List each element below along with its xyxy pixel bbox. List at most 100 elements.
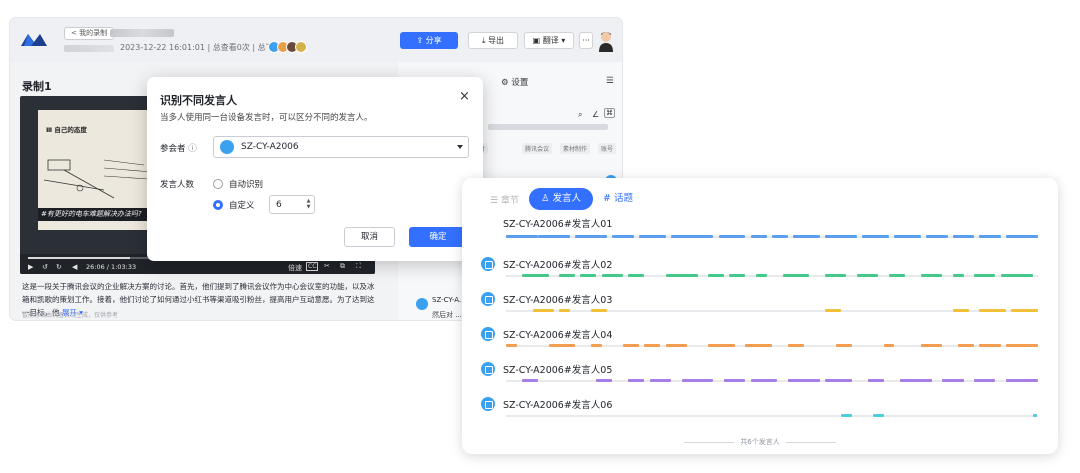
back-button[interactable]: < 我的录制	[64, 27, 115, 40]
speech-segment[interactable]	[708, 344, 735, 347]
speech-segment[interactable]	[665, 344, 687, 347]
speech-segment[interactable]	[825, 379, 852, 382]
tab-speakers[interactable]: ♙ 发言人	[528, 188, 593, 210]
speech-segment[interactable]	[521, 379, 538, 382]
speech-segment[interactable]	[825, 274, 847, 277]
speech-segment[interactable]	[793, 235, 820, 238]
edit-icon[interactable]: ∠	[592, 110, 599, 119]
speech-segment[interactable]	[639, 235, 666, 238]
speech-segment[interactable]	[532, 309, 554, 312]
tag-item[interactable]: 素材制作	[560, 143, 591, 154]
speech-segment[interactable]	[575, 235, 608, 238]
speech-segment[interactable]	[708, 274, 725, 277]
speech-segment[interactable]	[889, 274, 905, 277]
speech-segment[interactable]	[974, 274, 996, 277]
speech-segment[interactable]	[841, 414, 852, 417]
speech-segment[interactable]	[750, 235, 767, 238]
forward-icon[interactable]: ↻	[56, 263, 62, 271]
speaker-row[interactable]: SZ-CY-A2006#发言人05	[478, 360, 1044, 388]
pip-icon[interactable]: ⧉	[340, 262, 345, 271]
close-icon[interactable]: ×	[459, 90, 470, 103]
fullscreen-icon[interactable]: ⛶	[356, 262, 361, 271]
filter-icon[interactable]: ☰	[606, 76, 614, 86]
speech-segment[interactable]	[745, 344, 772, 347]
speech-segment[interactable]	[894, 235, 921, 238]
speaker-count-stepper[interactable]: 6 ▲ ▼	[269, 195, 315, 214]
speech-segment[interactable]	[782, 274, 810, 277]
tab-settings[interactable]: ⚙ 设置	[501, 76, 528, 88]
speech-segment[interactable]	[623, 344, 639, 347]
tag-item[interactable]: 腾讯会议	[522, 143, 553, 154]
translate-button[interactable]: ▣ 翻译 ▾	[524, 32, 574, 49]
speech-segment[interactable]	[628, 379, 645, 382]
speech-segment[interactable]	[787, 344, 804, 347]
speech-segment[interactable]	[867, 379, 884, 382]
speech-segment[interactable]	[681, 379, 714, 382]
speech-segment[interactable]	[920, 344, 943, 347]
scissors-icon[interactable]: ✂	[324, 262, 330, 270]
speech-segment[interactable]	[724, 379, 746, 382]
speech-segment[interactable]	[825, 235, 858, 238]
speech-segment[interactable]	[506, 235, 538, 238]
radio-auto[interactable]	[213, 179, 223, 189]
speech-segment[interactable]	[1032, 414, 1037, 417]
speech-segment[interactable]	[729, 274, 746, 277]
speaker-timeline[interactable]	[506, 309, 1038, 312]
radio-custom-label[interactable]: 自定义	[229, 199, 255, 211]
speech-segment[interactable]	[835, 344, 852, 347]
user-avatar[interactable]	[597, 30, 615, 52]
speed-button[interactable]: 倍速	[288, 263, 302, 273]
speech-segment[interactable]	[926, 235, 948, 238]
speech-segment[interactable]	[521, 274, 549, 277]
speech-segment[interactable]	[537, 235, 570, 238]
speaker-row[interactable]: SZ-CY-A2006#发言人02	[478, 255, 1044, 283]
speech-segment[interactable]	[952, 274, 964, 277]
stepper-arrows-icon[interactable]: ▲ ▼	[304, 198, 313, 211]
speech-segment[interactable]	[644, 344, 661, 347]
speaker-row[interactable]: SZ-CY-A2006#发言人04	[478, 325, 1044, 353]
rewind-icon[interactable]: ↺	[42, 263, 48, 271]
speech-segment[interactable]	[628, 274, 645, 277]
confirm-button[interactable]: 确定	[409, 227, 467, 247]
speech-segment[interactable]	[756, 274, 767, 277]
speech-segment[interactable]	[591, 344, 602, 347]
speech-segment[interactable]	[1006, 344, 1038, 347]
speech-segment[interactable]	[942, 379, 964, 382]
speech-segment[interactable]	[958, 344, 975, 347]
speaker-timeline[interactable]	[506, 235, 1038, 238]
speech-segment[interactable]	[559, 274, 576, 277]
share-button[interactable]: ⇪ 分享	[400, 32, 458, 49]
speaker-row[interactable]: SZ-CY-A2006#发言人06	[478, 395, 1044, 423]
speech-segment[interactable]	[862, 235, 890, 238]
speaker-row[interactable]: SZ-CY-A2006#发言人03	[478, 290, 1044, 318]
speech-segment[interactable]	[857, 274, 879, 277]
radio-custom[interactable]	[213, 200, 223, 210]
speaker-timeline[interactable]	[506, 379, 1038, 382]
speech-segment[interactable]	[920, 274, 943, 277]
speech-segment[interactable]	[601, 274, 624, 277]
speech-segment[interactable]	[559, 309, 570, 312]
speaker-timeline[interactable]	[506, 274, 1038, 277]
speech-segment[interactable]	[787, 379, 820, 382]
speech-segment[interactable]	[580, 274, 597, 277]
subtitle-button[interactable]: CC	[306, 262, 319, 271]
speech-segment[interactable]	[665, 274, 698, 277]
cancel-button[interactable]: 取消	[344, 227, 395, 247]
speech-segment[interactable]	[1000, 274, 1033, 277]
tab-chapters[interactable]: ☰ 章节	[480, 193, 529, 206]
export-button[interactable]: ⤓ 导出	[468, 32, 518, 49]
speech-segment[interactable]	[1006, 235, 1038, 238]
info-icon[interactable]: ⓘ	[188, 144, 197, 154]
tab-topics[interactable]: # 话题	[593, 188, 643, 210]
speech-segment[interactable]	[899, 379, 932, 382]
speech-segment[interactable]	[772, 235, 788, 238]
more-button[interactable]: ···	[579, 32, 593, 49]
participant-select[interactable]: SZ-CY-A2006	[213, 136, 469, 158]
speech-segment[interactable]	[506, 344, 517, 347]
speech-segment[interactable]	[1006, 379, 1038, 382]
speech-segment[interactable]	[873, 414, 884, 417]
scan-icon[interactable]: ⌘	[604, 108, 615, 118]
radio-auto-label[interactable]: 自动识别	[229, 178, 263, 190]
speech-segment[interactable]	[596, 379, 613, 382]
search-icon[interactable]: ⌕	[578, 110, 582, 120]
